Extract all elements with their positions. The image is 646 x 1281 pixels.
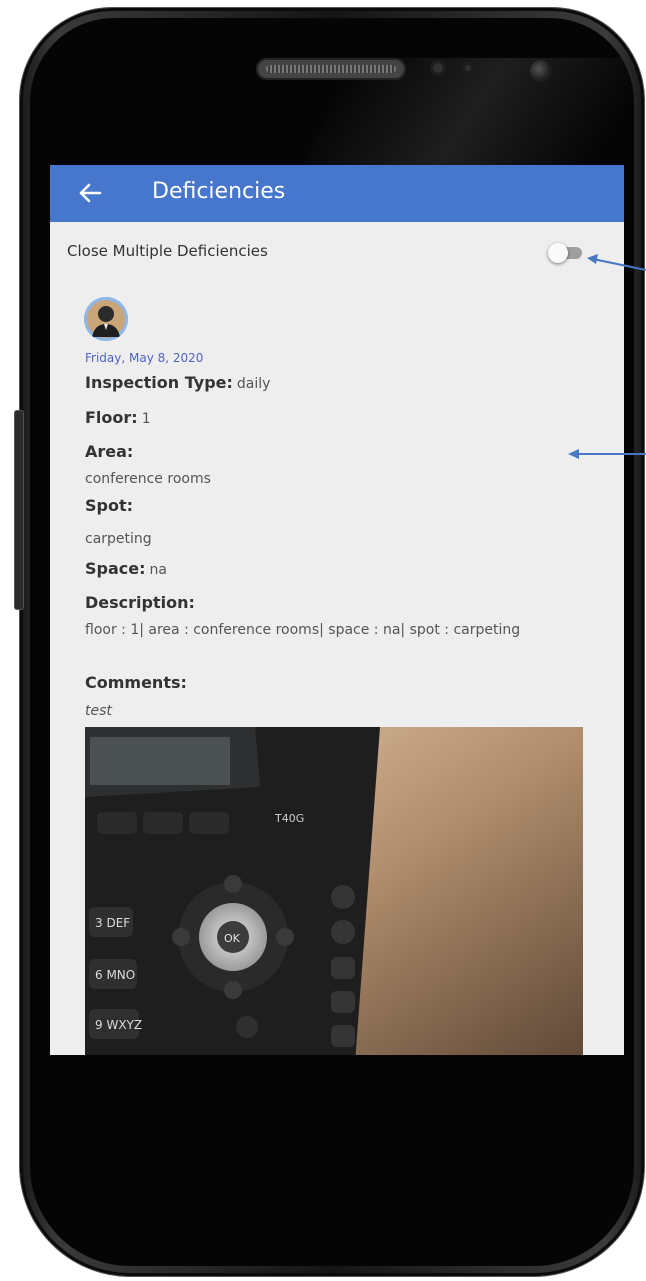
description-value: floor : 1| area : conference rooms| spac… [85, 622, 521, 638]
light-sensor [462, 62, 474, 74]
spot-label: Spot: [85, 496, 134, 515]
space-value: na [149, 562, 167, 578]
floor-label: Floor: [85, 408, 138, 427]
space-row: Space: na [85, 559, 167, 578]
inspection-type-value: daily [236, 376, 271, 392]
user-avatar-icon [84, 297, 128, 341]
app-bar: Deficiencies [50, 165, 624, 222]
deficiency-date: Friday, May 8, 2020 [85, 351, 204, 365]
phone-model-text: T40G [274, 812, 304, 825]
key-6-text: 6 MNO [95, 968, 135, 982]
front-camera [530, 60, 552, 82]
page-title: Deficiencies [152, 179, 286, 204]
spot-value: carpeting [85, 531, 152, 547]
arrow-left-icon[interactable] [72, 175, 108, 211]
proximity-sensor [430, 60, 446, 76]
floor-value: 1 [141, 411, 151, 427]
inspection-type-label: Inspection Type: [85, 373, 233, 392]
key-3-text: 3 DEF [95, 916, 130, 930]
comments-value: test [85, 703, 112, 719]
phone-side-button [14, 410, 24, 610]
area-value: conference rooms [85, 471, 211, 487]
area-label: Area: [85, 442, 134, 461]
description-label: Description: [85, 593, 195, 612]
deficiency-photo[interactable]: T40G OK 3 DEF 6 MNO 9 WXYZ [85, 727, 583, 1055]
comments-label: Comments: [85, 673, 187, 692]
app-screen: Deficiencies Close Multiple Deficiencies… [50, 165, 624, 1055]
close-multiple-toggle[interactable] [548, 243, 582, 263]
toggle-thumb [548, 243, 568, 263]
earpiece-speaker [256, 58, 406, 80]
close-multiple-label: Close Multiple Deficiencies [67, 242, 268, 260]
details-callout-arrow-icon [568, 449, 646, 459]
key-9-text: 9 WXYZ [95, 1018, 142, 1032]
ok-key-text: OK [224, 932, 241, 945]
inspection-type-row: Inspection Type: daily [85, 373, 270, 392]
space-label: Space: [85, 559, 146, 578]
floor-row: Floor: 1 [85, 408, 151, 427]
toggle-callout-arrow-icon [587, 254, 646, 271]
